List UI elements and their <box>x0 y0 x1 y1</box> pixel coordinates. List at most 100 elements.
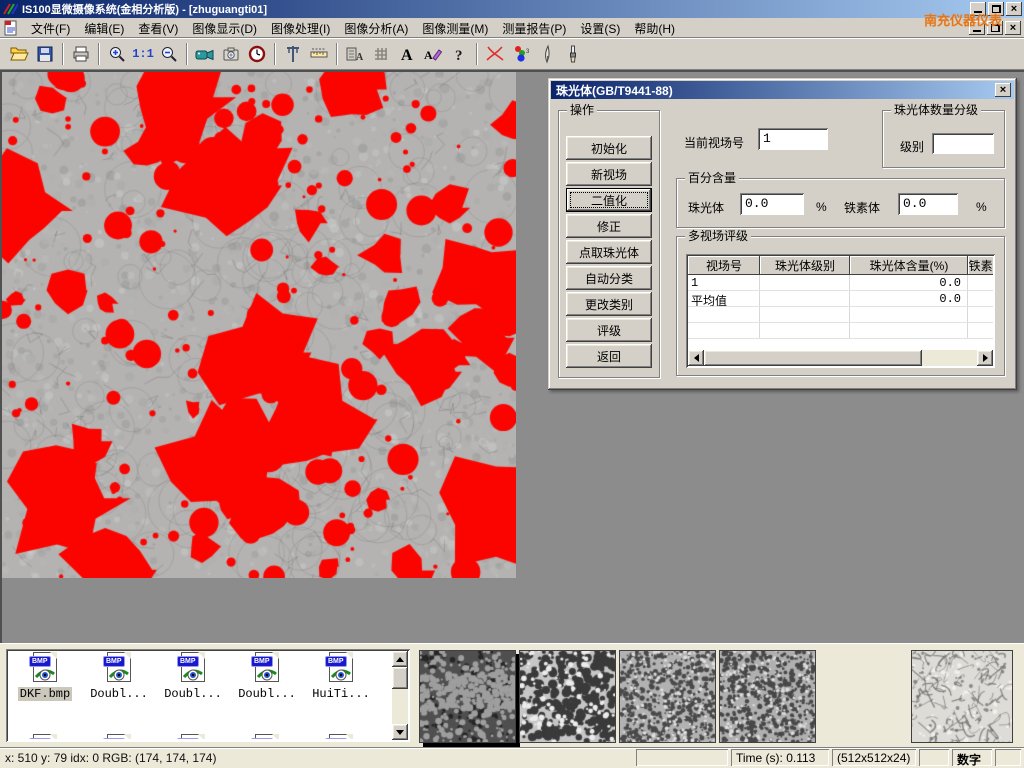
grading-table[interactable]: 视场号 珠光体级别 珠光体含量(%) 铁素体含量(%) 1 0.0 平均值 0.… <box>686 254 995 368</box>
scroll-up-button[interactable] <box>392 651 408 667</box>
percent-sign: % <box>976 200 987 214</box>
file-item[interactable]: BMP <box>157 734 229 739</box>
grading-group-label: 珠光体数量分级 <box>891 103 981 117</box>
table-row[interactable] <box>688 307 993 323</box>
text-tool-icon[interactable]: A <box>394 41 420 67</box>
open-file-icon[interactable] <box>6 41 32 67</box>
file-item[interactable]: BMP <box>231 734 303 739</box>
app-logo-icon <box>2 2 18 16</box>
file-item[interactable]: BMP HuiTi... <box>305 652 377 701</box>
arrow-up-icon <box>396 653 404 662</box>
thumbnail-5[interactable] <box>911 650 1013 743</box>
save-file-icon[interactable] <box>32 41 58 67</box>
menu-image-analysis[interactable]: 图像分析(A) <box>337 18 415 39</box>
bmp-badge: BMP <box>325 738 347 739</box>
pearlite-percent-input[interactable]: 0.0 <box>740 193 804 215</box>
file-item[interactable]: BMP <box>9 734 81 739</box>
phase-marker-tool-icon[interactable]: 3 <box>508 41 534 67</box>
document-icon[interactable] <box>4 20 18 36</box>
file-item[interactable]: BMP <box>83 734 155 739</box>
thumbnail-2[interactable] <box>519 650 616 743</box>
bottom-panel: BMP DKF.bmp BMP Doubl... BMP Doubl... BM… <box>0 643 1024 747</box>
file-name[interactable]: Doubl... <box>236 687 298 701</box>
brush-tool-icon[interactable] <box>560 41 586 67</box>
change-class-button[interactable]: 更改类别 <box>566 292 652 316</box>
vendor-watermark: 南充仪器仪表 <box>924 10 1002 29</box>
actual-size-icon[interactable]: 1:1 <box>130 41 156 67</box>
col-pearlite-content[interactable]: 珠光体含量(%) <box>850 256 968 275</box>
file-item[interactable]: BMP Doubl... <box>157 652 229 701</box>
svg-text:?: ? <box>455 48 463 64</box>
grade-input[interactable] <box>932 133 994 154</box>
micrograph-canvas[interactable] <box>2 72 516 578</box>
menu-image-processing[interactable]: 图像处理(I) <box>264 18 337 39</box>
file-item[interactable]: BMP Doubl... <box>83 652 155 701</box>
scroll-left-button[interactable] <box>688 350 704 366</box>
menu-file[interactable]: 文件(F) <box>24 18 77 39</box>
menu-edit[interactable]: 编辑(E) <box>77 18 131 39</box>
menu-image-measure[interactable]: 图像测量(M) <box>415 18 495 39</box>
close-button[interactable]: × <box>1006 2 1022 16</box>
table-row[interactable]: 1 0.0 <box>688 275 993 291</box>
status-panel-empty <box>995 749 1021 766</box>
col-field-number[interactable]: 视场号 <box>688 256 760 275</box>
grade-button[interactable]: 评级 <box>566 318 652 342</box>
file-name[interactable]: HuiTi... <box>310 687 372 701</box>
print-icon[interactable] <box>68 41 94 67</box>
menu-image-display[interactable]: 图像显示(D) <box>185 18 264 39</box>
init-button[interactable]: 初始化 <box>566 136 652 160</box>
vscroll-thumb[interactable] <box>392 667 408 689</box>
hscroll-thumb[interactable] <box>704 350 922 366</box>
menu-measure-report[interactable]: 测量报告(P) <box>495 18 573 39</box>
status-time: Time (s): 0.113 <box>731 749 829 766</box>
menu-help[interactable]: 帮助(H) <box>627 18 682 39</box>
pick-pearlite-button[interactable]: 点取珠光体 <box>566 240 652 264</box>
zoom-in-icon[interactable] <box>104 41 130 67</box>
correct-button[interactable]: 修正 <box>566 214 652 238</box>
thumbnail-3[interactable] <box>619 650 716 743</box>
pearlite-percent-label: 珠光体 <box>688 199 724 216</box>
table-hscrollbar[interactable] <box>688 350 993 366</box>
col-ferrite-content[interactable]: 铁素体含量(%) <box>968 256 993 275</box>
camera-capture-icon[interactable] <box>218 41 244 67</box>
toolbar-separator <box>476 43 478 65</box>
ruler-tool-icon[interactable] <box>306 41 332 67</box>
zoom-out-icon[interactable] <box>156 41 182 67</box>
timer-clock-icon[interactable] <box>244 41 270 67</box>
file-name[interactable]: Doubl... <box>88 687 150 701</box>
file-list[interactable]: BMP DKF.bmp BMP Doubl... BMP Doubl... BM… <box>6 649 410 742</box>
return-button[interactable]: 返回 <box>566 344 652 368</box>
menu-view[interactable]: 查看(V) <box>131 18 185 39</box>
grid-tool-icon[interactable] <box>368 41 394 67</box>
cell: 1 <box>688 275 760 290</box>
dialog-close-button[interactable]: × <box>995 83 1011 97</box>
curve-tool-icon[interactable] <box>482 41 508 67</box>
filelist-vscrollbar[interactable] <box>392 651 408 740</box>
current-field-input[interactable]: 1 <box>758 128 828 150</box>
binarize-button[interactable]: 二值化 <box>566 188 652 212</box>
table-row[interactable]: 平均值 0.0 <box>688 291 993 307</box>
file-item[interactable]: BMP Doubl... <box>231 652 303 701</box>
thumbnail-4[interactable] <box>719 650 816 743</box>
file-item[interactable]: BMP DKF.bmp <box>9 652 81 701</box>
child-close-button[interactable]: × <box>1005 21 1021 35</box>
scroll-down-button[interactable] <box>392 724 408 740</box>
auto-classify-button[interactable]: 自动分类 <box>566 266 652 290</box>
ferrite-percent-input[interactable]: 0.0 <box>898 193 958 215</box>
new-field-button[interactable]: 新视场 <box>566 162 652 186</box>
annotation-tool-icon[interactable]: A <box>420 41 446 67</box>
pen-tool-icon[interactable] <box>534 41 560 67</box>
measure-text-tool-icon[interactable]: A <box>342 41 368 67</box>
caliper-tool-icon[interactable] <box>280 41 306 67</box>
col-pearlite-grade[interactable]: 珠光体级别 <box>760 256 850 275</box>
thumbnail-1[interactable] <box>419 650 516 743</box>
file-name[interactable]: Doubl... <box>162 687 224 701</box>
table-row[interactable] <box>688 323 993 339</box>
bmp-file-icon: BMP <box>27 652 63 686</box>
scroll-right-button[interactable] <box>977 350 993 366</box>
menu-settings[interactable]: 设置(S) <box>573 18 627 39</box>
video-capture-icon[interactable] <box>192 41 218 67</box>
help-icon[interactable]: ? <box>446 41 472 67</box>
file-name[interactable]: DKF.bmp <box>18 687 72 701</box>
file-item[interactable]: BMP <box>305 734 377 739</box>
